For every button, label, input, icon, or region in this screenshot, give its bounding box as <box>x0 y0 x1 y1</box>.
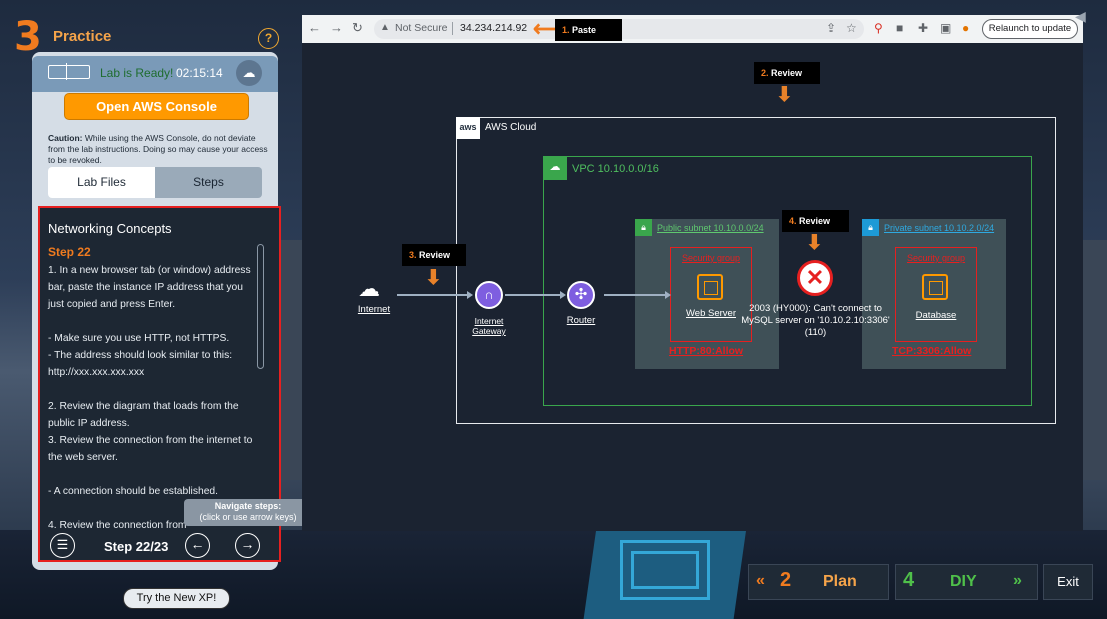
share-icon[interactable]: ⇪ <box>826 21 836 35</box>
http-allow-rule: HTTP:80:Allow <box>669 345 744 357</box>
public-subnet-label: Public subnet 10.10.0.0/24 <box>657 223 764 233</box>
navigate-tooltip: Navigate steps: (click or use arrow keys… <box>184 499 312 526</box>
internet-gateway-label[interactable]: Internet Gateway <box>462 316 516 336</box>
aws-cloud-label: AWS Cloud <box>485 122 537 133</box>
internet-cloud-icon: ☁ <box>358 276 380 301</box>
step-counter: Step 22/23 <box>104 539 169 554</box>
warning-icon: ▲ <box>380 22 390 33</box>
plan-button[interactable] <box>748 564 889 600</box>
step-title: Step 22 <box>48 245 91 259</box>
internet-label[interactable]: Internet <box>355 304 393 315</box>
forward-arrow-icon[interactable]: → <box>330 20 343 35</box>
diy-label: DIY <box>950 573 977 590</box>
diy-number: 4 <box>903 569 915 591</box>
flow-arrowhead <box>665 291 671 299</box>
exit-button[interactable]: Exit <box>1043 564 1093 600</box>
connection-error-text: 2003 (HY000): Can't connect to MySQL ser… <box>741 303 890 338</box>
back-chevrons-icon: « <box>756 572 765 589</box>
search-icon[interactable]: ⚲ <box>874 21 883 35</box>
steps-heading: Networking Concepts <box>48 221 172 236</box>
cloud-icon[interactable]: ☁ <box>236 60 262 86</box>
step-list-icon[interactable]: ☰ <box>50 533 75 558</box>
tab-steps[interactable]: Steps <box>155 167 262 198</box>
extensions-puzzle-icon[interactable]: ✚ <box>918 21 928 35</box>
lab-environment-icon <box>48 63 90 80</box>
relaunch-to-update-button[interactable]: Relaunch to update <box>982 19 1078 39</box>
public-subnet-lock-icon: 🔒︎ <box>635 219 652 236</box>
callout-review-db: 4. Review <box>782 210 849 232</box>
side-panel-icon[interactable]: ▣ <box>940 21 951 35</box>
review-internet-arrow-icon: ⬇ <box>425 267 442 289</box>
lab-status: Lab is Ready! <box>100 66 174 80</box>
aws-logo: aws <box>456 117 480 139</box>
vpc-cloud-icon: ☁ <box>543 156 567 180</box>
background-platform-pattern <box>620 540 710 600</box>
review-db-arrow-icon: ⬇ <box>806 232 823 254</box>
flow-router-web <box>604 294 666 296</box>
callout-paste: 1. Paste <box>555 19 622 41</box>
router-icon: ✣ <box>567 281 595 309</box>
reload-icon[interactable]: ↻ <box>352 20 363 36</box>
tcp-allow-rule: TCP:3306:Allow <box>892 345 972 357</box>
flow-internet-igw <box>397 294 467 296</box>
previous-step-button[interactable]: ← <box>185 533 210 558</box>
plan-number: 2 <box>780 569 792 591</box>
callout-review-diagram: 2. Review <box>754 62 820 84</box>
flow-arrowhead <box>560 291 566 299</box>
speaker-icon[interactable]: ◀ <box>1075 8 1086 25</box>
profile-avatar-icon[interactable]: ● <box>962 21 969 35</box>
url-text[interactable]: 34.234.214.92 <box>460 22 527 34</box>
database-chip-icon <box>922 274 948 300</box>
caution-text: Caution: While using the AWS Console, do… <box>48 133 268 165</box>
review-arrow-down-icon: ⬇ <box>776 84 793 106</box>
plan-label: Plan <box>823 573 857 590</box>
steps-scrollbar[interactable] <box>257 244 264 369</box>
extension-app-icon[interactable]: ■ <box>896 21 903 35</box>
mode-title: Practice <box>53 28 112 45</box>
background-wall-right <box>1083 240 1107 480</box>
private-subnet-lock-icon: 🔒︎ <box>862 219 879 236</box>
router-label[interactable]: Router <box>560 315 602 326</box>
private-subnet-label: Private subnet 10.10.2.0/24 <box>884 223 995 233</box>
internet-gateway-icon: ∩ <box>475 281 503 309</box>
not-secure-label: Not Secure <box>395 22 448 34</box>
flow-arrowhead <box>467 291 473 299</box>
open-aws-console-button[interactable]: Open AWS Console <box>64 93 249 120</box>
error-x-icon <box>797 260 833 296</box>
bookmark-star-icon[interactable]: ☆ <box>846 21 857 35</box>
try-new-xp-button[interactable]: Try the New XP! <box>123 588 230 609</box>
help-button[interactable]: ? <box>258 28 279 49</box>
step-instructions: 1. In a new browser tab (or window) addr… <box>48 265 253 531</box>
callout-review-internet: 3. Review <box>402 244 466 266</box>
web-security-group-label: Security group <box>681 253 741 263</box>
url-divider <box>452 22 453 35</box>
web-server-chip-icon <box>697 274 723 300</box>
forward-chevrons-icon: » <box>1013 572 1022 589</box>
back-arrow-icon[interactable]: ← <box>308 20 321 35</box>
vpc-label: VPC 10.10.0.0/16 <box>572 163 659 175</box>
flow-igw-router <box>505 294 561 296</box>
tab-lab-files[interactable]: Lab Files <box>48 167 155 198</box>
lab-timer: 02:15:14 <box>176 66 223 80</box>
db-security-group-label: Security group <box>906 253 966 263</box>
next-step-button[interactable]: → <box>235 533 260 558</box>
database-label[interactable]: Database <box>895 310 977 321</box>
panel-tabs: Lab Files Steps <box>48 167 262 198</box>
